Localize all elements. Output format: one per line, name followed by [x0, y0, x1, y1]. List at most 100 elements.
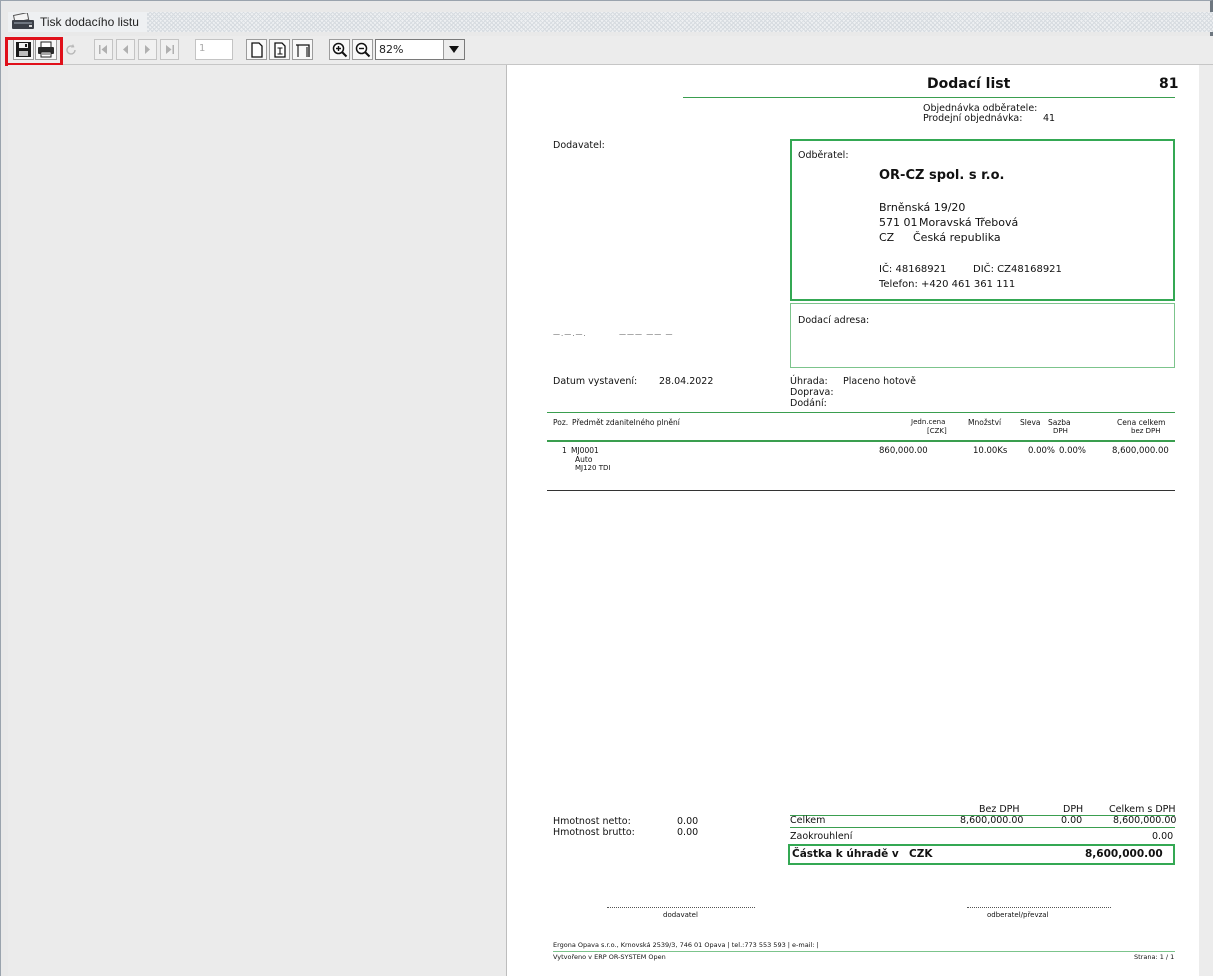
- amount-due-label: Částka k úhradě v: [792, 848, 899, 860]
- delivery-address-box: [790, 303, 1175, 368]
- amount-due-value: 8,600,000.00: [1085, 848, 1163, 860]
- payment-value: Placeno hotově: [843, 376, 916, 387]
- row-vat: 0.00%: [1059, 446, 1087, 456]
- next-page-icon: [145, 45, 150, 54]
- delivery-address-label: Dodací adresa:: [798, 315, 870, 326]
- reload-button[interactable]: [62, 39, 80, 60]
- prev-page-icon: [123, 45, 128, 54]
- actual-size-icon: [250, 41, 263, 58]
- customer-signature-label: odberatel/převzal: [987, 911, 1049, 919]
- total-label: Celkem: [790, 815, 826, 826]
- amount-due-currency: CZK: [909, 848, 933, 860]
- row-pos: 1: [562, 446, 567, 455]
- table-bottom-rule: [547, 490, 1175, 491]
- zoom-out-button[interactable]: [352, 39, 373, 60]
- window-titlebar: Tisk dodacího listu: [8, 12, 1213, 32]
- reload-icon: [66, 43, 76, 55]
- customer-dic: DIČ: CZ48168921: [973, 264, 1062, 275]
- chevron-down-icon[interactable]: [443, 40, 464, 59]
- customer-signature-line: [967, 907, 1111, 908]
- document-number: 81: [1159, 76, 1179, 92]
- document-title: Dodací list: [927, 76, 1011, 92]
- customer-country: Česká republika: [913, 231, 1001, 244]
- footer-created: Vytvořeno v ERP OR-SYSTEM Open: [553, 953, 666, 961]
- weight-netto: 0.00: [677, 816, 699, 827]
- save-print-highlight: [5, 37, 63, 66]
- col-position: Poz.: [553, 418, 569, 427]
- issue-date: 28.04.2022: [659, 376, 714, 387]
- row-unit-price: 860,000.00: [879, 446, 928, 456]
- row-discount: 0.00%: [1028, 446, 1056, 456]
- col-vat-rate-2: DPH: [1053, 427, 1068, 435]
- totals-header-with-vat: Celkem s DPH: [1109, 804, 1176, 815]
- weight-brutto-label: Hmotnost brutto:: [553, 827, 635, 838]
- row-quantity: 10.00Ks: [973, 446, 1008, 456]
- report-page: Dodací list 81 Objednávka odběratele: Pr…: [506, 65, 1200, 976]
- total-without-vat: 8,600,000.00: [960, 815, 1024, 826]
- supplier-cutoff-text-2: ——— —— —: [619, 330, 674, 338]
- customer-zip: 571 01: [879, 216, 918, 229]
- customer-country-code: CZ: [879, 231, 895, 244]
- zoom-out-icon: [355, 42, 370, 57]
- col-discount: Sleva: [1020, 418, 1041, 427]
- first-page-button[interactable]: [94, 39, 113, 60]
- supplier-signature-label: dodavatel: [663, 911, 698, 919]
- customer-name: OR-CZ spol. s r.o.: [879, 168, 1005, 183]
- last-page-icon: [166, 45, 174, 54]
- last-page-button[interactable]: [160, 39, 179, 60]
- total-with-vat: 8,600,000.00: [1113, 815, 1177, 826]
- supplier-cutoff-text: —.—.—.: [553, 330, 587, 338]
- customer-street: Brněnská 19/20: [879, 201, 966, 214]
- printer-app-icon: [12, 13, 34, 29]
- weight-netto-label: Hmotnost netto:: [553, 816, 631, 827]
- col-vat-rate: Sazba: [1048, 418, 1071, 427]
- col-total: Cena celkem: [1117, 418, 1166, 427]
- previous-page-button[interactable]: [116, 39, 135, 60]
- window-title: Tisk dodacího listu: [40, 15, 139, 29]
- supplier-signature-line: [607, 907, 755, 908]
- vertical-scrollbar[interactable]: [1199, 65, 1213, 976]
- footer-page: Strana: 1 / 1: [1134, 953, 1175, 961]
- customer-phone: Telefon: +420 461 361 111: [879, 279, 1016, 290]
- next-page-button[interactable]: [138, 39, 157, 60]
- issue-date-label: Datum vystavení:: [553, 376, 638, 387]
- zoom-in-icon: [332, 42, 347, 57]
- col-subject: Předmět zdanitelného plnění: [572, 418, 680, 427]
- row-desc: MJ120 TDI: [575, 464, 611, 472]
- report-toolbar: 1 82%: [8, 36, 1213, 65]
- first-page-icon: [99, 45, 107, 54]
- sales-order-label: Prodejní objednávka:: [923, 113, 1023, 124]
- transport-label: Doprava:: [790, 387, 834, 398]
- supplier-label: Dodavatel:: [553, 140, 605, 151]
- header-rule: [683, 97, 1175, 98]
- table-top-rule: [547, 412, 1175, 413]
- zoom-value: 82%: [379, 43, 404, 56]
- fit-page-button[interactable]: [269, 39, 290, 60]
- col-unit-price-currency: [CZK]: [927, 427, 947, 435]
- fit-page-icon: [273, 41, 286, 58]
- col-quantity: Množství: [968, 418, 1002, 427]
- zoom-in-button[interactable]: [329, 39, 350, 60]
- customer-city: Moravská Třebová: [919, 216, 1019, 229]
- viewer-background: [8, 65, 506, 976]
- footer-rule: [553, 951, 1175, 952]
- totals-header-without-vat: Bez DPH: [979, 804, 1020, 815]
- row-total: 8,600,000.00: [1112, 446, 1169, 456]
- customer-label: Odběratel:: [798, 150, 849, 161]
- rounding-value: 0.00: [1152, 831, 1174, 842]
- total-vat: 0.00: [1061, 815, 1083, 826]
- row-name: Auto: [575, 455, 593, 464]
- page-number-input[interactable]: 1: [195, 39, 233, 60]
- payment-label: Úhrada:: [790, 376, 828, 387]
- totals-header-vat: DPH: [1063, 804, 1084, 815]
- actual-size-button[interactable]: [246, 39, 267, 60]
- zoom-select[interactable]: 82%: [375, 39, 465, 60]
- sales-order-value: 41: [1043, 113, 1056, 124]
- footer-company: Ergona Opava s.r.o., Krnovská 2539/3, 74…: [553, 941, 819, 949]
- delivery-label: Dodání:: [790, 398, 827, 409]
- customer-ic: IČ: 48168921: [879, 264, 947, 275]
- col-unit-price: Jedn.cena: [911, 418, 946, 426]
- fit-width-button[interactable]: [292, 39, 313, 60]
- col-total-2: bez DPH: [1131, 427, 1161, 435]
- table-header-rule: [547, 440, 1175, 442]
